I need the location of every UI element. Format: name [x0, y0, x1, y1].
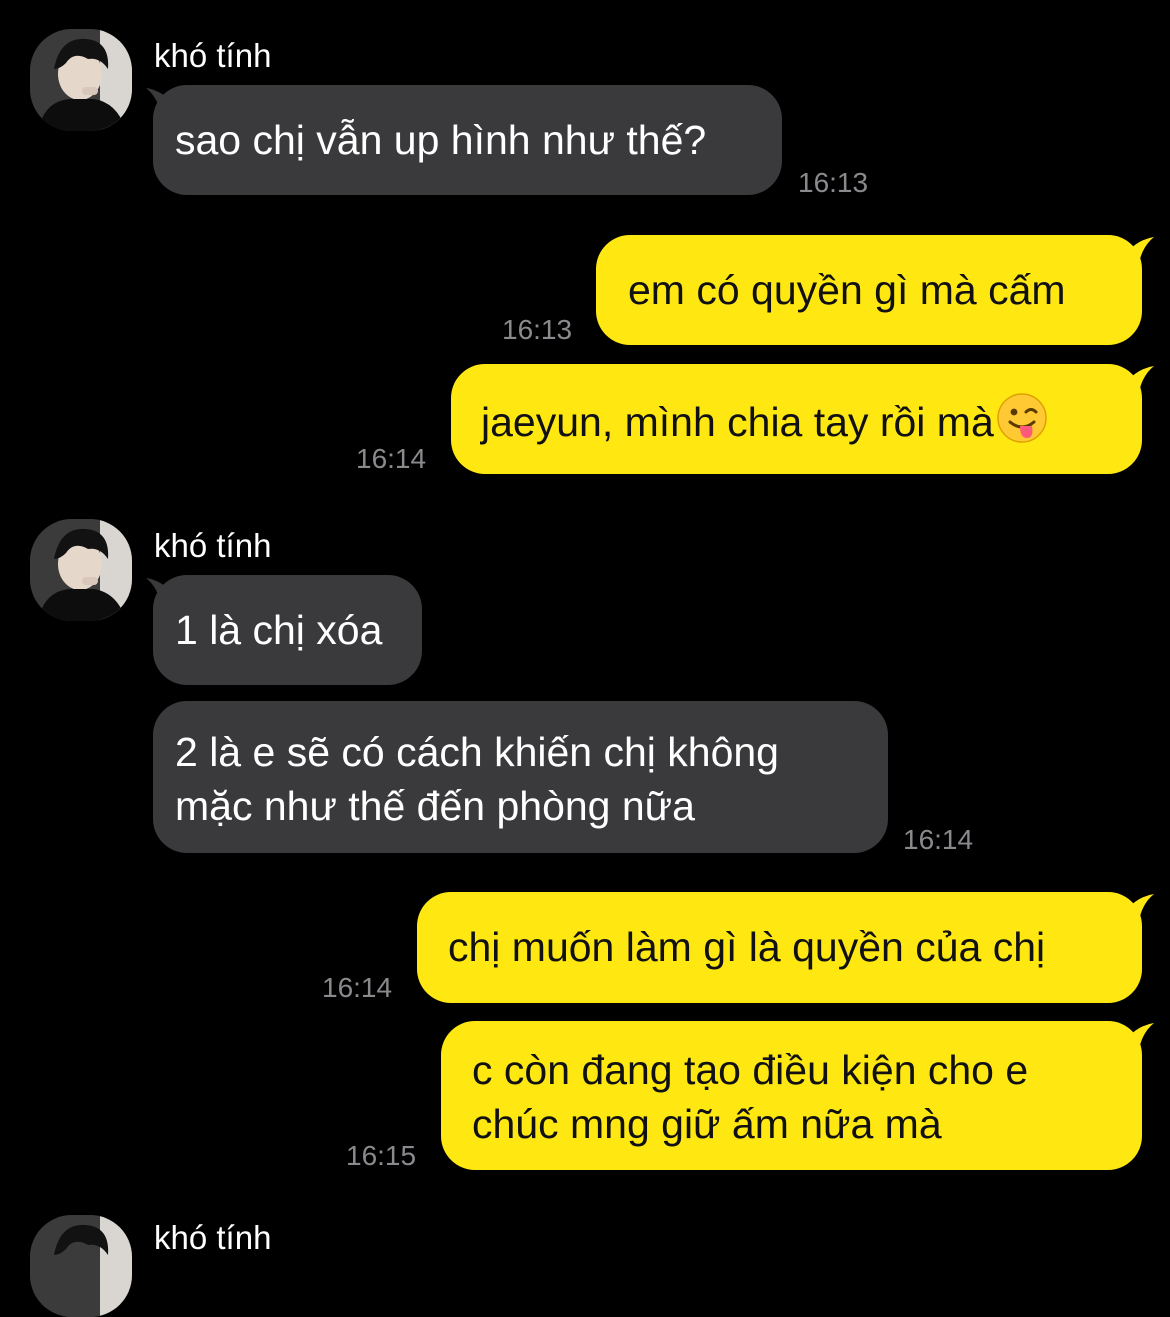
sender-name: khó tính [154, 527, 272, 564]
message-timestamp: 16:14 [356, 443, 427, 474]
outgoing-message[interactable]: jaeyun, mình chia tay rồi mà [451, 364, 1142, 474]
message-timestamp: 16:13 [798, 167, 869, 198]
message-timestamp: 16:14 [322, 972, 393, 1003]
sender-name: khó tính [154, 37, 272, 74]
outgoing-message[interactable]: chị muốn làm gì là quyền của chị [417, 892, 1142, 1003]
outgoing-message[interactable]: em có quyền gì mà cấm [596, 235, 1142, 345]
message-timestamp: 16:15 [346, 1140, 417, 1171]
incoming-message[interactable]: 2 là e sẽ có cách khiến chị không mặc nh… [153, 701, 888, 853]
outgoing-message[interactable]: c còn đang tạo điều kiện cho e chúc mng … [441, 1021, 1142, 1170]
incoming-message[interactable]: sao chị vẫn up hình như thế? [153, 85, 782, 195]
contact-avatar[interactable] [30, 519, 132, 621]
bubble-tail [1128, 1023, 1154, 1045]
contact-avatar[interactable] [30, 1215, 132, 1317]
contact-avatar[interactable] [30, 29, 132, 131]
bubble-tail [1128, 894, 1154, 916]
bubble-tail [1128, 237, 1154, 259]
message-timestamp: 16:13 [502, 314, 573, 345]
incoming-message[interactable]: 1 là chị xóa [153, 575, 422, 685]
winking-face-with-tongue-icon [996, 392, 1048, 457]
bubble-tail [1128, 366, 1154, 388]
message-timestamp: 16:14 [903, 824, 974, 855]
sender-name: khó tính [154, 1219, 272, 1256]
